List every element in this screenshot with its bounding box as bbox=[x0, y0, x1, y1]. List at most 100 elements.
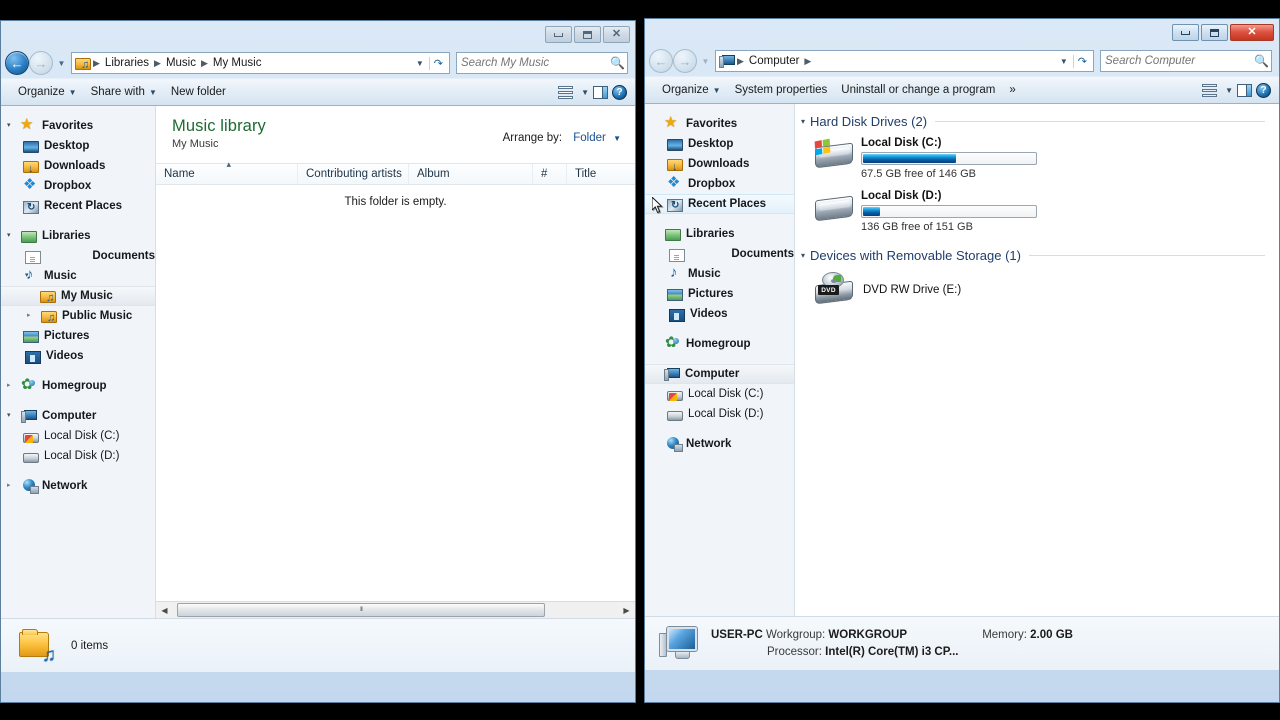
scroll-left-button[interactable]: ◀ bbox=[156, 602, 173, 619]
sidebar-item-downloads[interactable]: Downloads bbox=[645, 154, 794, 174]
arrange-by-value[interactable]: Folder bbox=[573, 132, 606, 144]
address-dropdown-icon[interactable]: ▼ bbox=[1055, 57, 1073, 66]
column-header-title[interactable]: Title bbox=[567, 164, 627, 184]
chevron-down-icon[interactable]: ▼ bbox=[581, 88, 589, 97]
content-pane-left[interactable]: Music library My Music Arrange by: Folde… bbox=[156, 106, 635, 618]
sidebar-item-local-disk-c[interactable]: ▸ Local Disk (C:) bbox=[1, 426, 155, 446]
sidebar-item-videos[interactable]: ▸ Videos bbox=[1, 346, 155, 366]
sidebar-item-favorites[interactable]: ▾ Favorites bbox=[1, 115, 155, 136]
scrollbar-thumb[interactable] bbox=[177, 602, 545, 617]
sidebar-item-local-disk-d[interactable]: ▸ Local Disk (D:) bbox=[1, 446, 155, 466]
column-header-name[interactable]: Name bbox=[156, 159, 298, 184]
breadcrumb-item-2[interactable]: My Music bbox=[210, 56, 265, 70]
sidebar-item-dropbox[interactable]: Dropbox bbox=[1, 175, 155, 196]
drive-item[interactable]: Local Disk (C:) 67.5 GB free of 146 GB bbox=[795, 129, 1279, 182]
sidebar-item-computer[interactable]: Computer bbox=[645, 364, 794, 384]
sidebar-item-desktop[interactable]: Desktop bbox=[645, 134, 794, 154]
new-folder-button[interactable]: New folder bbox=[164, 83, 233, 101]
forward-button[interactable]: → bbox=[673, 49, 697, 73]
column-header-track-number[interactable]: # bbox=[533, 164, 567, 184]
maximize-button[interactable] bbox=[1201, 24, 1228, 41]
sidebar-item-desktop[interactable]: Desktop bbox=[1, 136, 155, 156]
preview-pane-icon[interactable] bbox=[593, 85, 608, 99]
sidebar-item-documents[interactable]: Documents bbox=[645, 244, 794, 264]
search-box-right[interactable]: 🔍 bbox=[1100, 50, 1272, 72]
sidebar-item-pictures[interactable]: Pictures bbox=[645, 284, 794, 304]
sidebar-item-network[interactable]: Network bbox=[645, 434, 794, 454]
preview-pane-icon[interactable] bbox=[1237, 83, 1252, 97]
breadcrumb-item-1[interactable]: Music bbox=[163, 56, 199, 70]
sidebar-item-libraries[interactable]: ▾ Libraries bbox=[1, 226, 155, 246]
sidebar-item-downloads[interactable]: Downloads bbox=[1, 156, 155, 176]
sidebar-item-recent-places[interactable]: Recent Places bbox=[1, 196, 155, 216]
sidebar-item-documents[interactable]: ▸ Documents bbox=[1, 246, 155, 266]
forward-button[interactable]: → bbox=[29, 51, 53, 75]
horizontal-scrollbar[interactable]: ◀ ▶ bbox=[156, 601, 635, 618]
recent-pages-dropdown[interactable]: ▼ bbox=[56, 59, 67, 68]
chevron-collapse-icon[interactable]: ▾ bbox=[7, 412, 15, 420]
help-icon[interactable]: ? bbox=[1256, 82, 1271, 98]
sidebar-item-videos[interactable]: Videos bbox=[645, 304, 794, 324]
minimize-button[interactable] bbox=[1172, 24, 1199, 41]
scrollbar-track[interactable] bbox=[173, 601, 618, 618]
chevron-collapse-icon[interactable]: ▾ bbox=[7, 232, 15, 240]
refresh-icon[interactable]: ↷ bbox=[428, 56, 447, 70]
content-pane-right[interactable]: ▾ Hard Disk Drives (2) Local Disk (C:) 6 bbox=[795, 104, 1279, 616]
back-button[interactable]: ← bbox=[5, 51, 29, 75]
sidebar-item-local-disk-c[interactable]: Local Disk (C:) bbox=[645, 384, 794, 404]
chevron-expand-icon[interactable]: ▸ bbox=[27, 312, 35, 320]
titlebar-left[interactable]: ✕ bbox=[1, 21, 635, 48]
sidebar-item-pictures[interactable]: ▸ Pictures bbox=[1, 326, 155, 346]
chevron-collapse-icon[interactable]: ▾ bbox=[7, 122, 15, 130]
sidebar-item-music[interactable]: ▾ Music bbox=[1, 266, 155, 286]
sidebar-item-local-disk-d[interactable]: Local Disk (D:) bbox=[645, 404, 794, 424]
minimize-button[interactable] bbox=[545, 26, 572, 43]
sidebar-item-homegroup[interactable]: Homegroup bbox=[645, 333, 794, 354]
arrange-by-control[interactable]: Arrange by: Folder ▼ bbox=[503, 132, 621, 144]
sidebar-item-music[interactable]: Music bbox=[645, 264, 794, 284]
explorer-window-computer[interactable]: ✕ ← → ▼ ▶ Computer ▶ ▼ ↷ 🔍 O bbox=[644, 18, 1280, 703]
sidebar-item-my-music[interactable]: My Music bbox=[1, 286, 155, 306]
explorer-window-music-library[interactable]: ✕ ← → ▼ ▶ Libraries ▶ Music ▶ My Music ▼… bbox=[0, 20, 636, 703]
address-bar[interactable]: ▶ Libraries ▶ Music ▶ My Music ▼ ↷ bbox=[71, 52, 450, 74]
refresh-icon[interactable]: ↷ bbox=[1072, 54, 1091, 68]
system-properties-button[interactable]: System properties bbox=[728, 81, 835, 99]
search-input[interactable] bbox=[461, 57, 610, 69]
sidebar-item-favorites[interactable]: Favorites bbox=[645, 113, 794, 134]
organize-button[interactable]: Organize ▼ bbox=[655, 81, 728, 99]
sidebar-item-network[interactable]: ▸ Network bbox=[1, 476, 155, 496]
chevron-expand-icon[interactable]: ▸ bbox=[7, 482, 15, 490]
sidebar-item-recent-places[interactable]: Recent Places bbox=[645, 194, 794, 214]
back-button[interactable]: ← bbox=[649, 49, 673, 73]
close-button[interactable]: ✕ bbox=[603, 26, 630, 43]
organize-button[interactable]: Organize ▼ bbox=[11, 83, 84, 101]
chevron-collapse-icon[interactable]: ▾ bbox=[801, 251, 805, 260]
sidebar-item-public-music[interactable]: ▸ Public Music bbox=[1, 306, 155, 326]
sidebar-item-dropbox[interactable]: Dropbox bbox=[645, 173, 794, 194]
group-header[interactable]: ▾ Hard Disk Drives (2) bbox=[795, 114, 1279, 129]
column-header-contributing-artists[interactable]: Contributing artists bbox=[298, 164, 409, 184]
recent-pages-dropdown[interactable]: ▼ bbox=[700, 57, 711, 66]
titlebar-right[interactable]: ✕ bbox=[645, 19, 1279, 46]
group-header[interactable]: ▾ Devices with Removable Storage (1) bbox=[795, 248, 1279, 263]
sidebar-item-computer[interactable]: ▾ Computer bbox=[1, 406, 155, 426]
search-box-left[interactable]: 🔍 bbox=[456, 52, 628, 74]
column-header-album[interactable]: Album bbox=[409, 164, 533, 184]
navigation-pane-left[interactable]: ▾ Favorites Desktop Downloads Drop bbox=[1, 106, 156, 618]
drive-item[interactable]: Local Disk (D:) 136 GB free of 151 GB bbox=[795, 182, 1279, 235]
chevron-collapse-icon[interactable]: ▾ bbox=[801, 117, 805, 126]
breadcrumb-item-0[interactable]: Computer bbox=[746, 54, 803, 68]
sidebar-item-homegroup[interactable]: ▸ Homegroup bbox=[1, 375, 155, 396]
address-bar[interactable]: ▶ Computer ▶ ▼ ↷ bbox=[715, 50, 1094, 72]
detail-view-icon[interactable] bbox=[1202, 83, 1218, 97]
address-dropdown-icon[interactable]: ▼ bbox=[411, 59, 429, 68]
share-with-button[interactable]: Share with ▼ bbox=[84, 83, 164, 101]
help-icon[interactable]: ? bbox=[612, 84, 627, 100]
search-input[interactable] bbox=[1105, 55, 1254, 67]
chevron-down-icon[interactable]: ▼ bbox=[613, 134, 621, 143]
close-button[interactable]: ✕ bbox=[1230, 24, 1274, 41]
chevron-down-icon[interactable]: ▼ bbox=[1225, 86, 1233, 95]
device-item[interactable]: DVD DVD RW Drive (E:) bbox=[795, 263, 1279, 309]
maximize-button[interactable] bbox=[574, 26, 601, 43]
list-view-icon[interactable] bbox=[558, 85, 574, 99]
